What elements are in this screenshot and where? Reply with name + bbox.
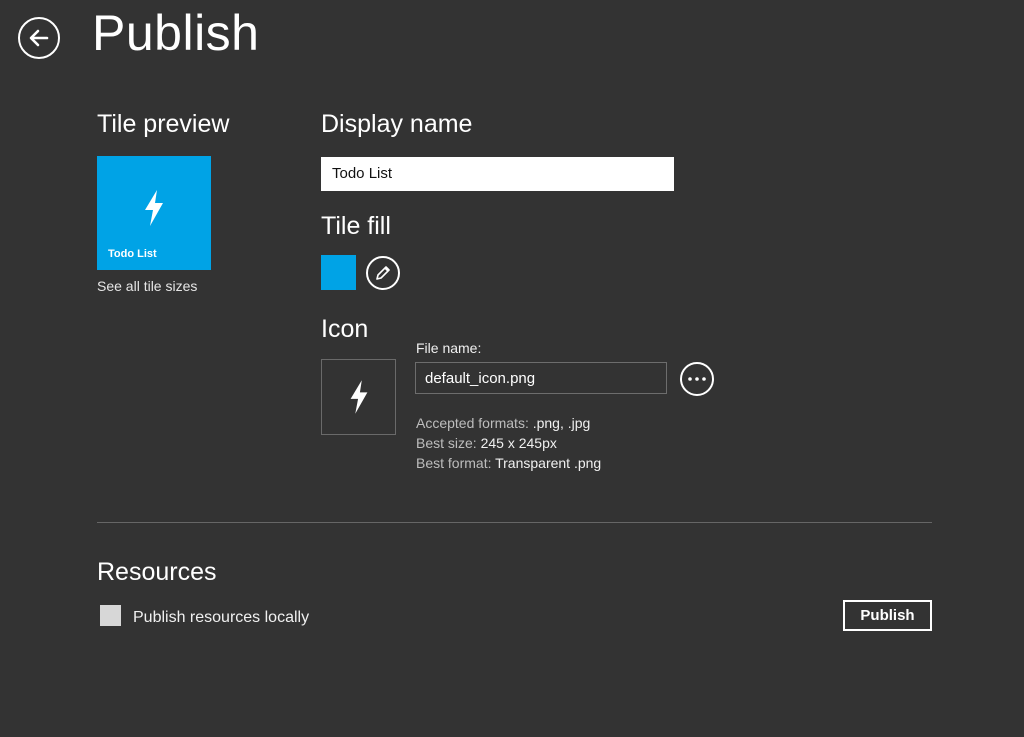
lightning-bolt-icon — [145, 190, 163, 226]
tile-fill-swatch[interactable] — [321, 255, 356, 290]
best-format: Best format: Transparent .png — [416, 455, 601, 471]
arrow-left-icon — [29, 29, 49, 47]
tile-fill-heading: Tile fill — [321, 212, 391, 240]
tile-label: Todo List — [108, 248, 157, 260]
accepted-formats-label: Accepted formats: — [416, 415, 529, 431]
see-all-tile-sizes-link[interactable]: See all tile sizes — [97, 278, 197, 294]
pencil-icon — [376, 266, 390, 280]
icon-preview — [321, 359, 396, 435]
browse-file-button[interactable] — [680, 362, 714, 396]
publish-locally-checkbox[interactable] — [100, 605, 121, 626]
best-format-value: Transparent .png — [495, 455, 602, 471]
display-name-input[interactable]: Todo List — [321, 157, 674, 191]
file-name-input[interactable]: default_icon.png — [415, 362, 667, 394]
tile-preview: Todo List — [97, 156, 211, 270]
best-size-label: Best size: — [416, 435, 477, 451]
page-title: Publish — [92, 5, 260, 61]
section-divider — [97, 522, 932, 523]
accepted-formats-value: .png, .jpg — [532, 415, 591, 431]
best-size-value: 245 x 245px — [480, 435, 557, 451]
best-size: Best size: 245 x 245px — [416, 435, 557, 451]
file-name-label: File name: — [416, 340, 482, 356]
back-button[interactable] — [18, 17, 60, 59]
tile-preview-heading: Tile preview — [97, 110, 230, 138]
resources-heading: Resources — [97, 558, 217, 586]
display-name-heading: Display name — [321, 110, 473, 138]
icon-heading: Icon — [321, 315, 369, 343]
ellipsis-icon — [688, 377, 706, 381]
publish-button[interactable]: Publish — [843, 600, 932, 631]
publish-locally-label: Publish resources locally — [133, 609, 310, 626]
accepted-formats: Accepted formats: .png, .jpg — [416, 415, 590, 431]
edit-color-button[interactable] — [366, 256, 400, 290]
lightning-bolt-icon — [350, 380, 367, 414]
best-format-label: Best format: — [416, 455, 492, 471]
